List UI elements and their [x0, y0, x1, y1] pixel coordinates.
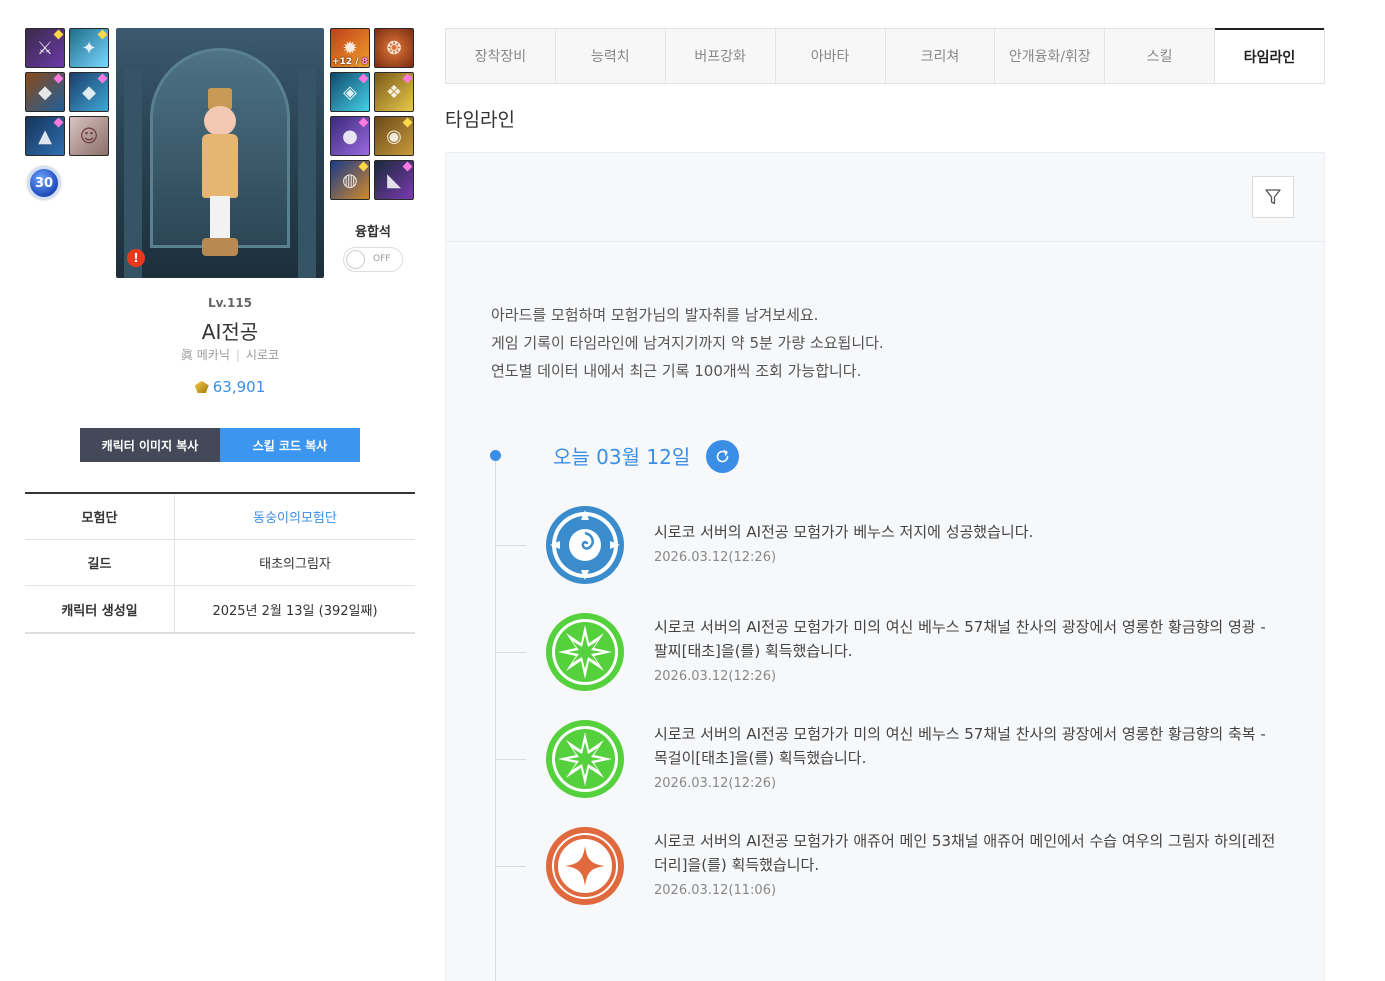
tab-skill[interactable]: 스킬 — [1105, 29, 1216, 83]
alert-icon[interactable]: ! — [127, 249, 145, 267]
entry-date: 2026.03.12(12:26) — [654, 776, 777, 791]
timeline-panel: 아라드를 모험하며 모험가님의 발자취를 남겨보세요. 게임 기록이 타임라인에… — [445, 152, 1325, 981]
entry-date: 2026.03.12(12:26) — [654, 550, 777, 565]
equip-slot-title[interactable]: ✦ — [69, 28, 109, 68]
equip-slot-support[interactable]: ◉ — [374, 116, 414, 156]
copy-skill-code-button[interactable]: 스킬 코드 복사 — [220, 428, 360, 462]
power-icon — [194, 381, 209, 393]
filter-button[interactable] — [1252, 176, 1294, 218]
legendary-drop-icon — [546, 827, 624, 905]
equip-slot-shoulder[interactable]: ◆ — [69, 72, 109, 112]
tab-equipment[interactable]: 장착장비 — [446, 29, 556, 83]
info-key: 캐릭터 생성일 — [25, 586, 175, 632]
character-job: 眞 메카닉 — [180, 348, 230, 362]
character-figure — [196, 88, 244, 258]
refresh-icon — [716, 450, 729, 463]
pillar-left — [124, 68, 142, 278]
timeline-tick — [496, 545, 526, 546]
timeline-dot — [490, 450, 501, 461]
tab-avatar[interactable]: 아바타 — [776, 29, 886, 83]
description-line: 게임 기록이 타임라인에 남겨지기까지 약 5분 가량 소요됩니다. — [491, 334, 884, 352]
separator: | — [235, 348, 240, 362]
tab-creature[interactable]: 크리쳐 — [886, 29, 996, 83]
raid-clear-icon — [546, 506, 624, 584]
emblem-icon: ❂ — [386, 37, 402, 59]
enhance-label: +12 / 8 — [332, 57, 368, 67]
equip-slot-top[interactable]: ◆ — [25, 72, 65, 112]
info-row-adventure: 모험단 동숭이의모험단 — [25, 494, 415, 540]
timeline-description: 아라드를 모험하며 모험가님의 발자취를 남겨보세요. 게임 기록이 타임라인에… — [491, 301, 884, 385]
toggle-state: OFF — [373, 254, 391, 264]
equip-slot-necklace[interactable]: ❖ — [374, 72, 414, 112]
adventure-link[interactable]: 동숭이의모험단 — [175, 494, 415, 539]
entry-date: 2026.03.12(11:06) — [654, 883, 777, 898]
filter-icon — [1265, 189, 1281, 205]
character-server: 시로코 — [245, 348, 280, 362]
info-row-guild: 길드 태초의그림자 — [25, 540, 415, 586]
description-line: 아라드를 모험하며 모험가님의 발자취를 남겨보세요. — [491, 306, 819, 324]
tab-bar: 장착장비 능력치 버프강화 아바타 크리쳐 안개융화/휘장 스킬 타임라인 — [445, 28, 1325, 84]
timeline-toolbar — [446, 153, 1324, 242]
tab-fog-emblem[interactable]: 안개융화/휘장 — [995, 29, 1106, 83]
entry-text: 시로코 서버의 AI전공 모험가가 애쥬어 메인 53채널 애쥬어 메인에서 수… — [654, 832, 1276, 874]
character-level: Lv.115 — [207, 296, 253, 310]
equip-slot-earring[interactable]: ◣ — [374, 160, 414, 200]
timeline-tick — [496, 759, 526, 760]
page-title: 타임라인 — [445, 109, 515, 131]
timeline-line — [495, 457, 496, 981]
epic-drop-icon — [546, 720, 624, 798]
character-info-table: 모험단 동숭이의모험단 길드 태초의그림자 캐릭터 생성일 2025년 2월 1… — [25, 492, 415, 634]
info-value: 2025년 2월 13일 (392일째) — [212, 603, 378, 619]
timeline-tick — [496, 866, 526, 867]
equip-slot-creature[interactable]: ☺ — [69, 116, 109, 156]
level-badge: 30 — [28, 167, 60, 199]
equip-slot-weapon[interactable]: ⚔ — [25, 28, 65, 68]
equip-slot-ring[interactable]: ● — [330, 116, 370, 156]
character-name: AI전공 — [201, 320, 259, 344]
combat-power: 63,901 — [25, 378, 435, 396]
page: ⚔ ✦ ◆ ◆ ▲ ☺ 30 ! ✹ +12 / 8 ❂ ◈ ❖ ● ◉ ◍ ◣… — [0, 0, 1385, 981]
equip-slot-shoes[interactable]: ▲ — [25, 116, 65, 156]
info-value: 태초의그림자 — [259, 557, 331, 572]
character-job-line: 眞 메카닉 | 시로코 — [25, 346, 435, 363]
copy-character-image-button[interactable]: 캐릭터 이미지 복사 — [80, 428, 220, 462]
equip-slot-bracelet[interactable]: ◈ — [330, 72, 370, 112]
character-boots — [202, 238, 238, 256]
character-body — [202, 134, 238, 198]
equip-slot-emblem[interactable]: ❂ — [374, 28, 414, 68]
character-head — [204, 106, 236, 136]
tab-stats[interactable]: 능력치 — [556, 29, 666, 83]
info-row-created: 캐릭터 생성일 2025년 2월 13일 (392일째) — [25, 586, 415, 632]
fusion-toggle[interactable]: OFF — [343, 247, 403, 272]
entry-date: 2026.03.12(12:26) — [654, 669, 777, 684]
character-legs — [210, 196, 230, 242]
fusion-stone-label: 융합석 — [355, 225, 391, 240]
action-buttons: 캐릭터 이미지 복사 스킬 코드 복사 — [80, 428, 360, 462]
entry-text: 시로코 서버의 AI전공 모험가가 미의 여신 베누스 57채널 찬사의 광장에… — [654, 618, 1266, 660]
character-portrait: ! — [116, 28, 324, 278]
description-line: 연도별 데이터 내에서 최근 기록 100개씩 조회 가능합니다. — [491, 362, 862, 380]
timeline-tick — [496, 652, 526, 653]
tab-buff[interactable]: 버프강화 — [666, 29, 776, 83]
equip-slot-magic-stone[interactable]: ◍ — [330, 160, 370, 200]
tab-timeline[interactable]: 타임라인 — [1215, 28, 1324, 83]
today-label: 오늘 03월 12일 — [553, 445, 691, 469]
info-key: 길드 — [25, 540, 175, 585]
entry-text: 시로코 서버의 AI전공 모험가가 베누스 저지에 성공했습니다. — [654, 523, 1034, 541]
toggle-knob — [346, 250, 365, 269]
info-key: 모험단 — [25, 494, 175, 539]
creature-icon: ☺ — [79, 125, 99, 147]
combat-power-value: 63,901 — [212, 378, 266, 396]
equip-slot-weapon-main[interactable]: ✹ +12 / 8 — [330, 28, 370, 68]
pillar-right — [298, 68, 316, 278]
entry-text: 시로코 서버의 AI전공 모험가가 미의 여신 베누스 57채널 찬사의 광장에… — [654, 725, 1266, 767]
epic-drop-icon — [546, 613, 624, 691]
refresh-button[interactable] — [706, 440, 739, 473]
